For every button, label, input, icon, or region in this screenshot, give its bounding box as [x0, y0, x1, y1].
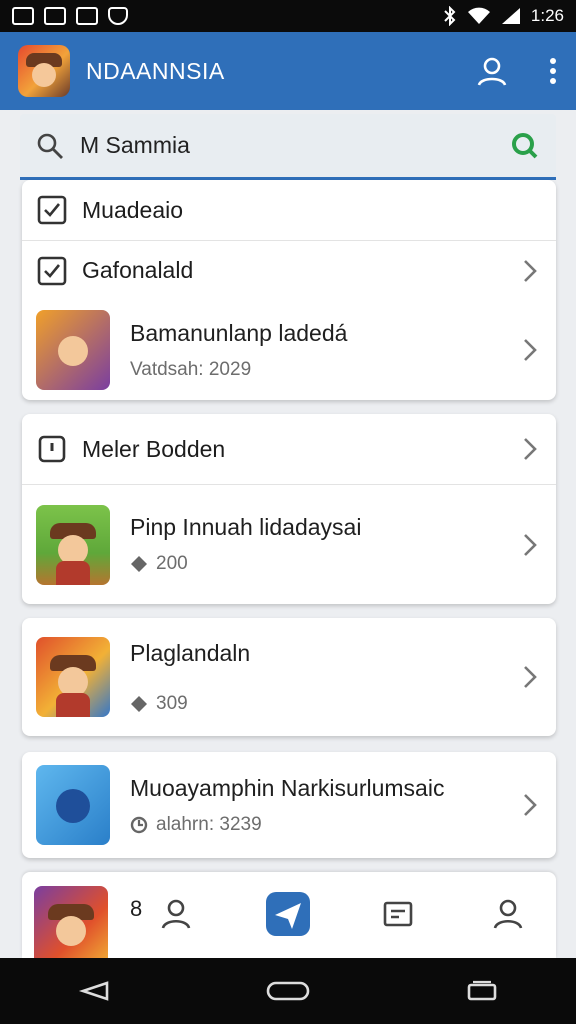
app-logo[interactable] [18, 45, 70, 97]
chevron-right-icon [524, 259, 537, 282]
chevron-right-icon [524, 533, 537, 556]
app-thumbnail [36, 637, 110, 717]
diamond-icon [131, 695, 147, 712]
info-box-icon [38, 435, 66, 463]
wifi-icon [467, 7, 490, 24]
profile-icon[interactable] [152, 890, 200, 938]
status-bar: 1:26 [0, 0, 576, 32]
card-section: Meler Bodden Pinp Innuah lidadaysai 200 [22, 414, 556, 604]
search-bar[interactable]: M Sammia [20, 114, 556, 180]
chevron-right-icon [524, 438, 537, 460]
section-header[interactable]: Meler Bodden [22, 414, 556, 484]
clock-icon [130, 816, 148, 833]
app-thumbnail [36, 504, 110, 585]
home-icon[interactable] [265, 979, 311, 1003]
app-thumbnail [36, 310, 110, 390]
account-icon[interactable] [476, 55, 508, 87]
section-title: Meler Bodden [82, 435, 226, 462]
app-title: Bamanunlanp ladedá [130, 319, 348, 346]
app-row[interactable]: Bamanunlanp ladedá Vatdsah: 2029 [22, 300, 556, 400]
list-item[interactable]: Gafonalald [22, 240, 556, 300]
chevron-right-icon [524, 339, 537, 361]
app-meta: alahrn: 3239 [156, 813, 262, 835]
account-icon[interactable] [484, 890, 532, 938]
list-item[interactable]: Muadeaio [22, 180, 556, 240]
ticket-icon[interactable] [374, 890, 422, 938]
app-meta: 309 [156, 692, 188, 714]
image-icon [76, 7, 98, 25]
app-row[interactable]: Plaglandaln 309 [22, 618, 556, 736]
app-card[interactable]: Plaglandaln 309 [22, 618, 556, 736]
signal-icon [501, 8, 520, 24]
status-time: 1:26 [530, 6, 564, 25]
bluetooth-icon [444, 6, 456, 26]
recents-icon[interactable] [465, 979, 499, 1003]
app-row[interactable]: Muoayamphin Narkisurlumsaic alahrn: 3239 [22, 752, 556, 858]
diamond-icon [131, 556, 147, 572]
peek-number: 8 [130, 896, 143, 921]
checkbox-icon [37, 195, 67, 225]
app-thumbnail [34, 886, 108, 958]
list-item-label: Gafonalald [82, 257, 194, 283]
app-card[interactable]: Muoayamphin Narkisurlumsaic alahrn: 3239 [22, 752, 556, 858]
checkbox-icon [37, 256, 67, 285]
media-icon [12, 7, 34, 25]
app-thumbnail [36, 765, 110, 845]
app-subtitle: Vatdsah: 2029 [130, 358, 252, 380]
list-item-label: Muadeaio [82, 196, 184, 223]
app-meta: 200 [156, 553, 188, 574]
more-vert-icon[interactable] [548, 56, 558, 86]
app-row[interactable]: Pinp Innuah lidadaysai 200 [22, 484, 556, 604]
app-bar: NDAANNSIA [0, 32, 576, 110]
app-title: Muoayamphin Narkisurlumsaic [130, 774, 445, 801]
chevron-right-icon [524, 794, 537, 816]
shield-icon [108, 7, 128, 25]
search-go-icon[interactable] [510, 131, 540, 161]
back-icon[interactable] [77, 979, 111, 1003]
app-title: Plaglandaln [130, 639, 251, 666]
app-title: NDAANNSIA [86, 57, 225, 84]
card-recent: Muadeaio Gafonalald Bamanunlanp ladedá V… [22, 180, 556, 400]
search-icon [37, 133, 63, 159]
bottom-navigation: 8 [22, 872, 556, 958]
chevron-right-icon [524, 666, 537, 688]
app-title: Pinp Innuah lidadaysai [130, 514, 362, 540]
send-icon[interactable] [264, 890, 312, 938]
system-navigation [0, 958, 576, 1024]
bookmark-icon [44, 7, 66, 25]
search-input[interactable]: M Sammia [80, 132, 190, 159]
